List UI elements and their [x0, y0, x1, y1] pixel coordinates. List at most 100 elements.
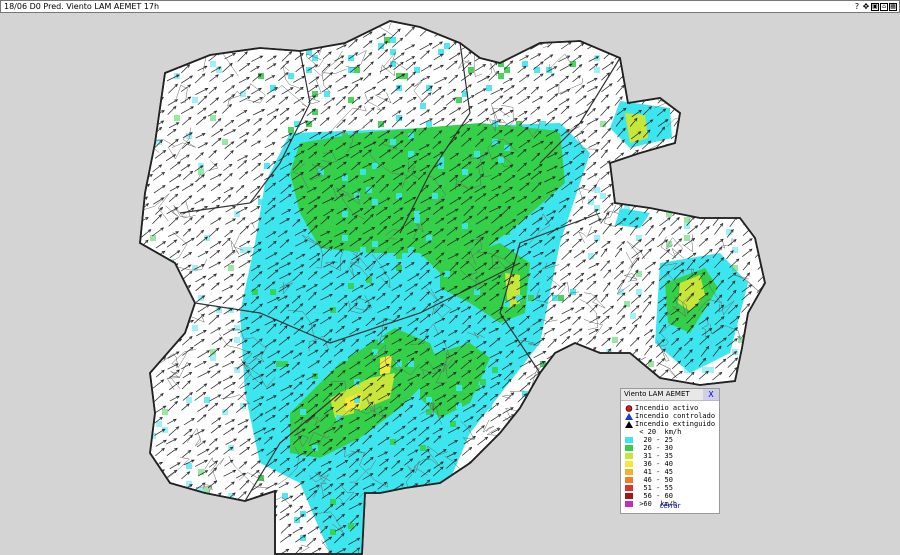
- wind-arrow: [603, 29, 612, 40]
- wind-arrow: [755, 126, 762, 136]
- wind-cell: [264, 301, 270, 307]
- wind-cell: [450, 421, 456, 427]
- wind-arrow-head: [480, 30, 485, 35]
- wind-arrow: [519, 482, 531, 491]
- wind-arrow: [405, 538, 416, 545]
- wind-cell: [732, 127, 738, 133]
- wind-arrow-head: [763, 513, 765, 517]
- wind-arrow-head: [565, 359, 569, 363]
- wind-arrow: [771, 295, 779, 302]
- wind-arrow-head: [719, 86, 723, 91]
- wind-arrow: [672, 28, 682, 40]
- wind-arrow-head: [735, 42, 740, 47]
- wind-arrow: [140, 148, 149, 158]
- wind-arrow: [488, 514, 501, 524]
- wind-arrow-head: [144, 379, 148, 383]
- wind-arrow-head: [146, 352, 151, 356]
- wind-arrow-head: [734, 131, 738, 135]
- wind-arrow-head: [775, 118, 778, 121]
- wind-cell: [342, 235, 348, 241]
- wind-arrow: [477, 505, 488, 512]
- wind-arrow-head: [485, 458, 490, 462]
- wind-cell: [348, 283, 354, 289]
- wind-arrow: [617, 171, 626, 182]
- wind-arrow-head: [485, 39, 490, 43]
- pan-icon[interactable]: ✥: [862, 2, 870, 11]
- wind-arrow: [756, 107, 765, 117]
- layers-icon[interactable]: ▦: [889, 2, 897, 11]
- wind-arrow: [476, 482, 486, 491]
- home-icon[interactable]: ⌂: [880, 2, 888, 11]
- wind-arrow: [545, 511, 557, 521]
- wind-arrow-head: [522, 31, 527, 35]
- wind-arrow: [742, 117, 753, 127]
- wind-arrow-head: [443, 539, 447, 543]
- wind-arrow-head: [675, 197, 680, 201]
- wind-arrow: [575, 505, 584, 514]
- wind-cell: [696, 145, 702, 151]
- wind-cell: [408, 151, 414, 157]
- wind-arrow-head: [607, 359, 611, 363]
- wind-arrow-head: [690, 169, 694, 174]
- wind-arrow-head: [666, 380, 670, 385]
- wind-arrow: [477, 534, 486, 544]
- wind-arrow-head: [510, 502, 514, 506]
- wind-arrow: [739, 205, 749, 216]
- wind-arrow: [546, 503, 559, 513]
- wind-arrow: [168, 484, 178, 492]
- wind-arrow-head: [146, 472, 150, 476]
- municipal-boundary: [440, 504, 459, 528]
- wind-arrow: [152, 305, 164, 312]
- wind-arrow: [641, 40, 651, 49]
- wind-arrow: [741, 174, 752, 182]
- wind-arrow-head: [399, 493, 404, 497]
- wind-arrow: [628, 63, 638, 73]
- wind-cell: [690, 157, 696, 163]
- wind-arrow-head: [455, 503, 459, 507]
- wind-arrow-head: [230, 40, 235, 45]
- wind-arrow-head: [454, 482, 459, 487]
- wind-arrow: [673, 82, 682, 93]
- wind-arrow-head: [735, 158, 739, 162]
- wind-arrow: [772, 132, 781, 138]
- wind-arrow-head: [776, 480, 779, 483]
- wind-arrow-head: [761, 148, 765, 153]
- wind-arrow: [754, 174, 763, 183]
- wind-arrow-head: [777, 315, 780, 318]
- wind-arrow: [239, 33, 251, 40]
- wind-arrow: [645, 62, 653, 71]
- wind-arrow-head: [592, 514, 596, 518]
- wind-map[interactable]: [0, 13, 900, 555]
- wind-arrow: [742, 523, 751, 534]
- wind-arrow-head: [555, 389, 559, 394]
- wind-arrow-head: [689, 104, 693, 109]
- wind-arrow-head: [497, 39, 502, 43]
- wind-arrow: [225, 528, 235, 535]
- wind-arrow-head: [468, 514, 472, 518]
- wind-arrow: [754, 336, 764, 347]
- help-icon[interactable]: ?: [853, 2, 861, 11]
- wind-arrow-head: [660, 41, 664, 45]
- wind-arrow: [168, 282, 178, 292]
- wind-cell: [420, 445, 426, 451]
- wind-cell: [594, 67, 600, 73]
- wind-cell: [162, 409, 168, 415]
- wind-arrow: [488, 30, 499, 37]
- wind-cell: [684, 205, 690, 211]
- wind-cell: [342, 133, 348, 139]
- wind-arrow: [727, 72, 736, 82]
- wind-arrow: [237, 516, 247, 524]
- wind-arrow: [208, 538, 219, 545]
- wind-arrow-head: [204, 536, 208, 541]
- wind-cell: [750, 481, 756, 487]
- wind-arrow: [772, 339, 782, 347]
- wind-arrow: [224, 514, 237, 522]
- wind-arrow: [739, 439, 751, 447]
- wind-arrow: [586, 435, 595, 444]
- wind-cell: [246, 385, 252, 391]
- wind-arrow-head: [147, 296, 151, 299]
- wind-cell: [378, 445, 384, 451]
- wind-arrow: [701, 512, 710, 521]
- wind-arrow: [673, 38, 681, 48]
- zoom-in-icon[interactable]: ▣: [871, 2, 879, 11]
